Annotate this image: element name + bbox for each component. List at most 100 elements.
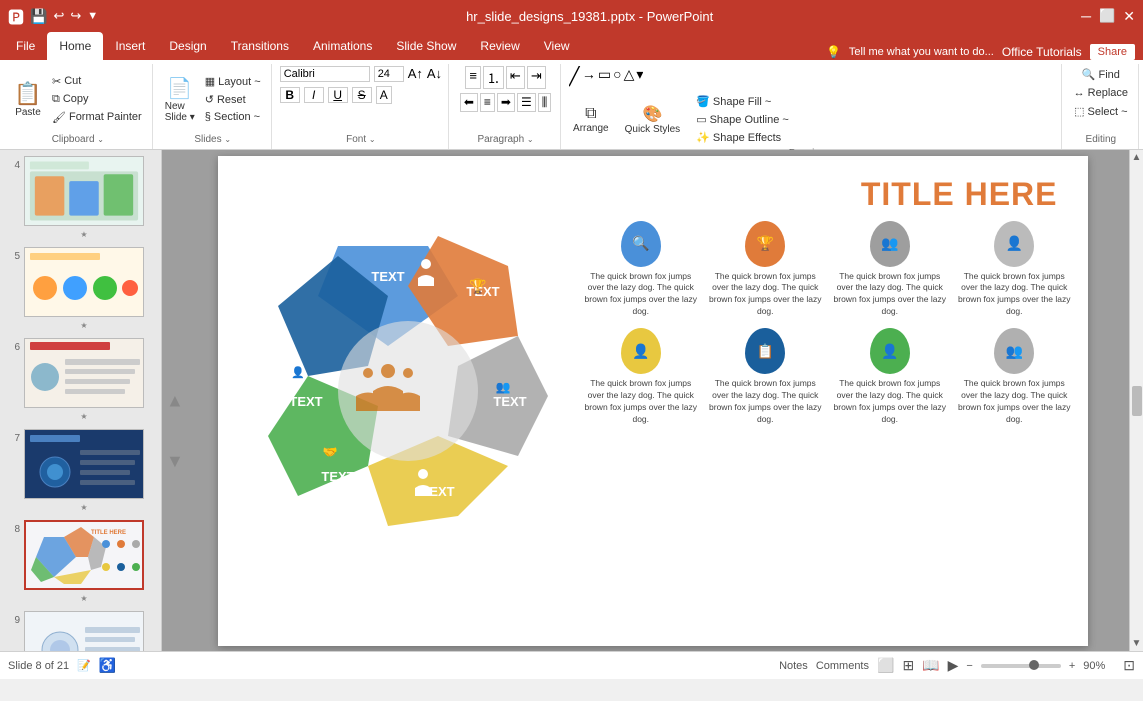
- line-shape[interactable]: ╱: [569, 66, 580, 87]
- new-slide-button[interactable]: 📄 NewSlide ▾: [161, 73, 199, 126]
- comments-button[interactable]: Comments: [816, 660, 869, 672]
- more-shapes-button[interactable]: ▾: [636, 66, 643, 87]
- tab-transitions[interactable]: Transitions: [219, 32, 301, 60]
- quick-styles-button[interactable]: 🎨 Quick Styles: [621, 101, 685, 138]
- slide-thumb-6[interactable]: 6 ★: [4, 336, 157, 423]
- zoom-slider[interactable]: [981, 664, 1061, 668]
- quick-save-icon[interactable]: 💾: [30, 8, 47, 25]
- replace-button[interactable]: ↔Replace: [1070, 85, 1132, 101]
- undo-icon[interactable]: ↩: [53, 8, 64, 24]
- svg-text:TEXT: TEXT: [371, 269, 404, 284]
- select-button[interactable]: ⬚Select ~: [1070, 103, 1131, 120]
- decrease-font-icon[interactable]: A↓: [427, 66, 442, 82]
- share-button[interactable]: Share: [1090, 44, 1135, 60]
- status-bar-right: Notes Comments ⬜ ⊞ 📖 ▶ − + 90% ⊡: [779, 657, 1135, 674]
- arrange-button[interactable]: ⧉ Arrange: [569, 102, 613, 137]
- status-bar: Slide 8 of 21 📝 ♿ Notes Comments ⬜ ⊞ 📖 ▶…: [0, 651, 1143, 679]
- info-item-5: 👤 The quick brown fox jumps over the laz…: [583, 328, 700, 426]
- slide-title: TITLE HERE: [861, 176, 1058, 213]
- scroll-up-arrow[interactable]: ▲: [166, 390, 184, 411]
- strikethrough-button[interactable]: S: [352, 87, 372, 103]
- slide-thumb-9[interactable]: 9 ★: [4, 609, 157, 651]
- slides-secondary: ▦Layout ~ ↺Reset §Section ~: [201, 73, 265, 125]
- slide-thumb-4[interactable]: 4 ★: [4, 154, 157, 241]
- svg-text:👤: 👤: [291, 366, 305, 379]
- tab-design[interactable]: Design: [157, 32, 218, 60]
- clipboard-controls: 📋 Paste ✂Cut ⧉Copy 🖌Format Painter: [10, 66, 146, 132]
- scroll-up-button[interactable]: ▲: [1132, 152, 1142, 163]
- info-item-3: 👥 The quick brown fox jumps over the laz…: [832, 221, 949, 319]
- zoom-in-button[interactable]: +: [1069, 660, 1075, 672]
- align-center-button[interactable]: ≡: [480, 93, 495, 112]
- zoom-level[interactable]: 90%: [1083, 660, 1115, 672]
- arrow-shape[interactable]: →: [582, 66, 596, 87]
- bold-button[interactable]: B: [280, 87, 300, 103]
- fit-slide-button[interactable]: ⊡: [1123, 657, 1135, 674]
- tab-view[interactable]: View: [532, 32, 582, 60]
- layout-button[interactable]: ▦Layout ~: [201, 73, 265, 90]
- tab-file[interactable]: File: [4, 32, 47, 60]
- redo-icon[interactable]: ↪: [70, 8, 81, 24]
- format-painter-button[interactable]: 🖌Format Painter: [48, 109, 146, 126]
- svg-text:TITLE HERE: TITLE HERE: [91, 530, 126, 536]
- shape-fill-button[interactable]: 🪣Shape Fill ~: [692, 93, 793, 110]
- increase-font-icon[interactable]: A↑: [408, 66, 423, 82]
- font-size-input[interactable]: [374, 66, 404, 82]
- columns-button[interactable]: ⫼: [538, 93, 552, 112]
- tab-review[interactable]: Review: [468, 32, 531, 60]
- increase-indent-button[interactable]: ⇥: [527, 66, 546, 89]
- notes-button[interactable]: Notes: [779, 660, 808, 672]
- tab-animations[interactable]: Animations: [301, 32, 384, 60]
- rect-shape[interactable]: ▭: [598, 66, 611, 87]
- copy-button[interactable]: ⧉Copy: [48, 91, 146, 108]
- close-icon[interactable]: ✕: [1123, 8, 1135, 25]
- section-button[interactable]: §Section ~: [201, 109, 265, 125]
- view-slideshow-icon[interactable]: ▶: [948, 657, 959, 674]
- vertical-scrollbar[interactable]: ▲ ▼: [1129, 150, 1143, 651]
- slide-thumb-8[interactable]: 8 TITLE HERE: [4, 518, 157, 605]
- font-family-input[interactable]: [280, 66, 370, 82]
- find-button[interactable]: 🔍Find: [1078, 66, 1124, 83]
- align-right-button[interactable]: ➡: [497, 93, 515, 112]
- justify-button[interactable]: ☰: [517, 93, 536, 112]
- shape-outline-button[interactable]: ▭Shape Outline ~: [692, 111, 793, 128]
- tell-me-icon: 💡: [826, 45, 841, 59]
- scroll-down-arrow[interactable]: ▼: [166, 451, 184, 472]
- cut-button[interactable]: ✂Cut: [48, 73, 146, 90]
- tab-insert[interactable]: Insert: [103, 32, 157, 60]
- numbering-button[interactable]: ⒈: [483, 66, 504, 89]
- tab-officetutorials[interactable]: Office Tutorials: [1002, 45, 1082, 59]
- ribbon-group-drawing: ╱ → ▭ ○ △ ▾ ⧉ Arrange 🎨 Quick Styles 🪣Sh…: [563, 64, 1062, 149]
- oval-shape[interactable]: ○: [613, 66, 621, 87]
- view-reading-icon[interactable]: 📖: [922, 657, 939, 674]
- info-grid: 🔍 The quick brown fox jumps over the laz…: [583, 221, 1073, 426]
- slide-panel[interactable]: 4 ★ 5: [0, 150, 162, 651]
- italic-button[interactable]: I: [304, 87, 324, 103]
- view-grid-icon[interactable]: ⊞: [902, 657, 914, 674]
- bullets-button[interactable]: ≡: [465, 66, 481, 89]
- slide-thumb-5[interactable]: 5 ★: [4, 245, 157, 332]
- tab-slideshow[interactable]: Slide Show: [384, 32, 468, 60]
- customize-icon[interactable]: ▼: [87, 10, 98, 22]
- triangle-shape[interactable]: △: [624, 66, 635, 87]
- font-color-button[interactable]: A: [376, 86, 392, 104]
- reset-button[interactable]: ↺Reset: [201, 91, 265, 108]
- restore-icon[interactable]: ⬜: [1099, 8, 1115, 24]
- underline-button[interactable]: U: [328, 87, 348, 103]
- scroll-thumb[interactable]: [1132, 386, 1142, 416]
- tell-me-input[interactable]: Tell me what you want to do...: [849, 46, 994, 58]
- shape-effects-button[interactable]: ✨Shape Effects: [692, 129, 793, 146]
- paste-button[interactable]: 📋 Paste: [10, 78, 46, 121]
- view-normal-icon[interactable]: ⬜: [877, 657, 894, 674]
- pentagon-diagram: TEXT TEXT TEXT TEXT TEXT TEXT 🏆 👥: [238, 216, 578, 556]
- scroll-down-button[interactable]: ▼: [1132, 638, 1142, 649]
- main-area: 4 ★ 5: [0, 150, 1143, 651]
- decrease-indent-button[interactable]: ⇤: [506, 66, 525, 89]
- minimize-icon[interactable]: ─: [1081, 8, 1091, 24]
- tab-home[interactable]: Home: [47, 32, 103, 60]
- zoom-out-button[interactable]: −: [966, 660, 972, 672]
- info-item-7: 👤 The quick brown fox jumps over the laz…: [832, 328, 949, 426]
- align-left-button[interactable]: ⬅: [460, 93, 478, 112]
- font-label: Font ⌄: [346, 132, 376, 147]
- slide-thumb-7[interactable]: 7 ★: [4, 427, 157, 514]
